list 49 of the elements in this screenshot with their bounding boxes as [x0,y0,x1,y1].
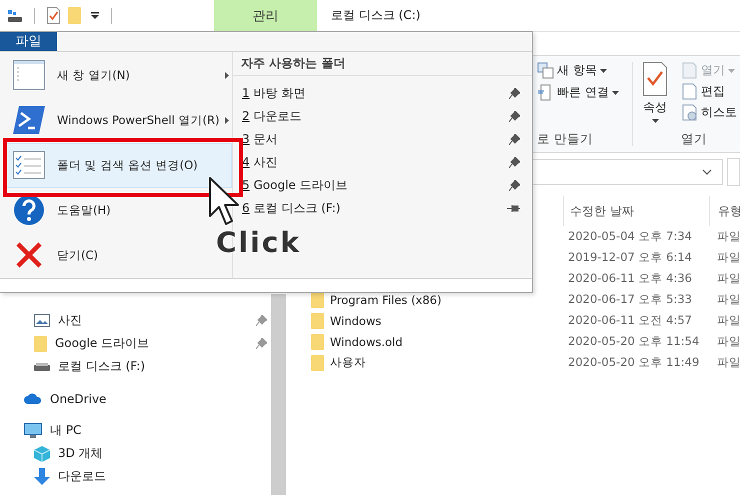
date-cell-text: 2020-06-11 오후 4:36 [567,271,693,286]
menu-item[interactable]: 새 창 열기(N) [4,52,232,98]
menu-item[interactable]: Windows PowerShell 열기(R) [4,98,232,143]
frequent-folder-item[interactable]: 2 다운로드 [233,104,532,128]
nav-item[interactable]: Google 드라이브 [0,332,271,355]
nav-item[interactable]: 로컬 디스크 (F:) [0,355,271,378]
date-cell-text: 2020-06-17 오후 5:33 [567,292,693,307]
nav-item[interactable]: 다운로드 [0,465,271,488]
nav-item[interactable]: 사진 [0,309,271,332]
group-label: 열기 [680,131,708,148]
frequent-folder-item[interactable]: 6 로컬 디스크 (F:) [233,196,532,220]
type-cell-text: 파일 [716,250,740,265]
type-cell-text: 파일 [716,355,740,370]
type-cell-text: 파일 [716,271,740,286]
click-annotation: Click [216,226,301,259]
type-cell-text: 파일 [716,229,740,244]
manage-tab[interactable]: 관리 [214,0,317,31]
date-cell-text: 2020-06-11 오전 4:57 [567,313,693,328]
frequent-folder-item[interactable]: 1 바탕 화면 [233,82,532,105]
file-name[interactable]: Windows [330,314,382,328]
date-cell-text: 2019-12-07 오후 6:14 [567,250,693,265]
type-cell-text: 파일 [716,313,740,328]
group-label: 로 만들기 [537,131,594,148]
ribbon-command[interactable]: 빠른 연결 [537,84,632,101]
frequent-folder-item[interactable]: 4 사진 [233,150,532,174]
menu-item[interactable]: 폴더 및 검색 옵션 변경(O) [4,142,232,188]
date-cell-text: 2020-05-20 오후 11:54 [567,334,700,349]
type-cell-text: 파일 [716,334,740,349]
ribbon-command[interactable]: 히스토 [681,104,737,121]
column-header[interactable]: 유형 [709,196,740,226]
ribbon-command[interactable]: 편집 [681,83,737,100]
frequent-folders-heading: 자주 사용하는 폴더 [233,52,532,76]
file-name[interactable]: Windows.old [330,334,403,348]
date-cell-text: 2020-05-04 오후 7:34 [567,229,693,244]
file-name[interactable]: 사용자 [330,355,366,370]
menu-item[interactable]: 도움말(H) [4,188,118,233]
properties-button[interactable]: 속성 [643,62,667,123]
file-tab[interactable]: 파일 [0,32,57,51]
window-title: 로컬 디스크 (C:) [331,7,420,24]
date-cell-text: 2020-05-20 오후 11:49 [567,355,700,370]
nav-item[interactable]: 내 PC [0,419,271,442]
ribbon-command[interactable]: 새 항목 [537,62,632,79]
nav-item[interactable]: 3D 개체 [0,442,271,465]
frequent-folder-item[interactable]: 3 문서 [233,128,532,151]
type-cell-text: 파일 [716,292,740,307]
column-header[interactable]: 수정한 날짜 [563,196,709,226]
file-name[interactable]: Program Files (x86) [330,292,442,306]
nav-item[interactable]: OneDrive [0,387,271,410]
menu-item[interactable]: 닫기(C) [4,232,106,278]
